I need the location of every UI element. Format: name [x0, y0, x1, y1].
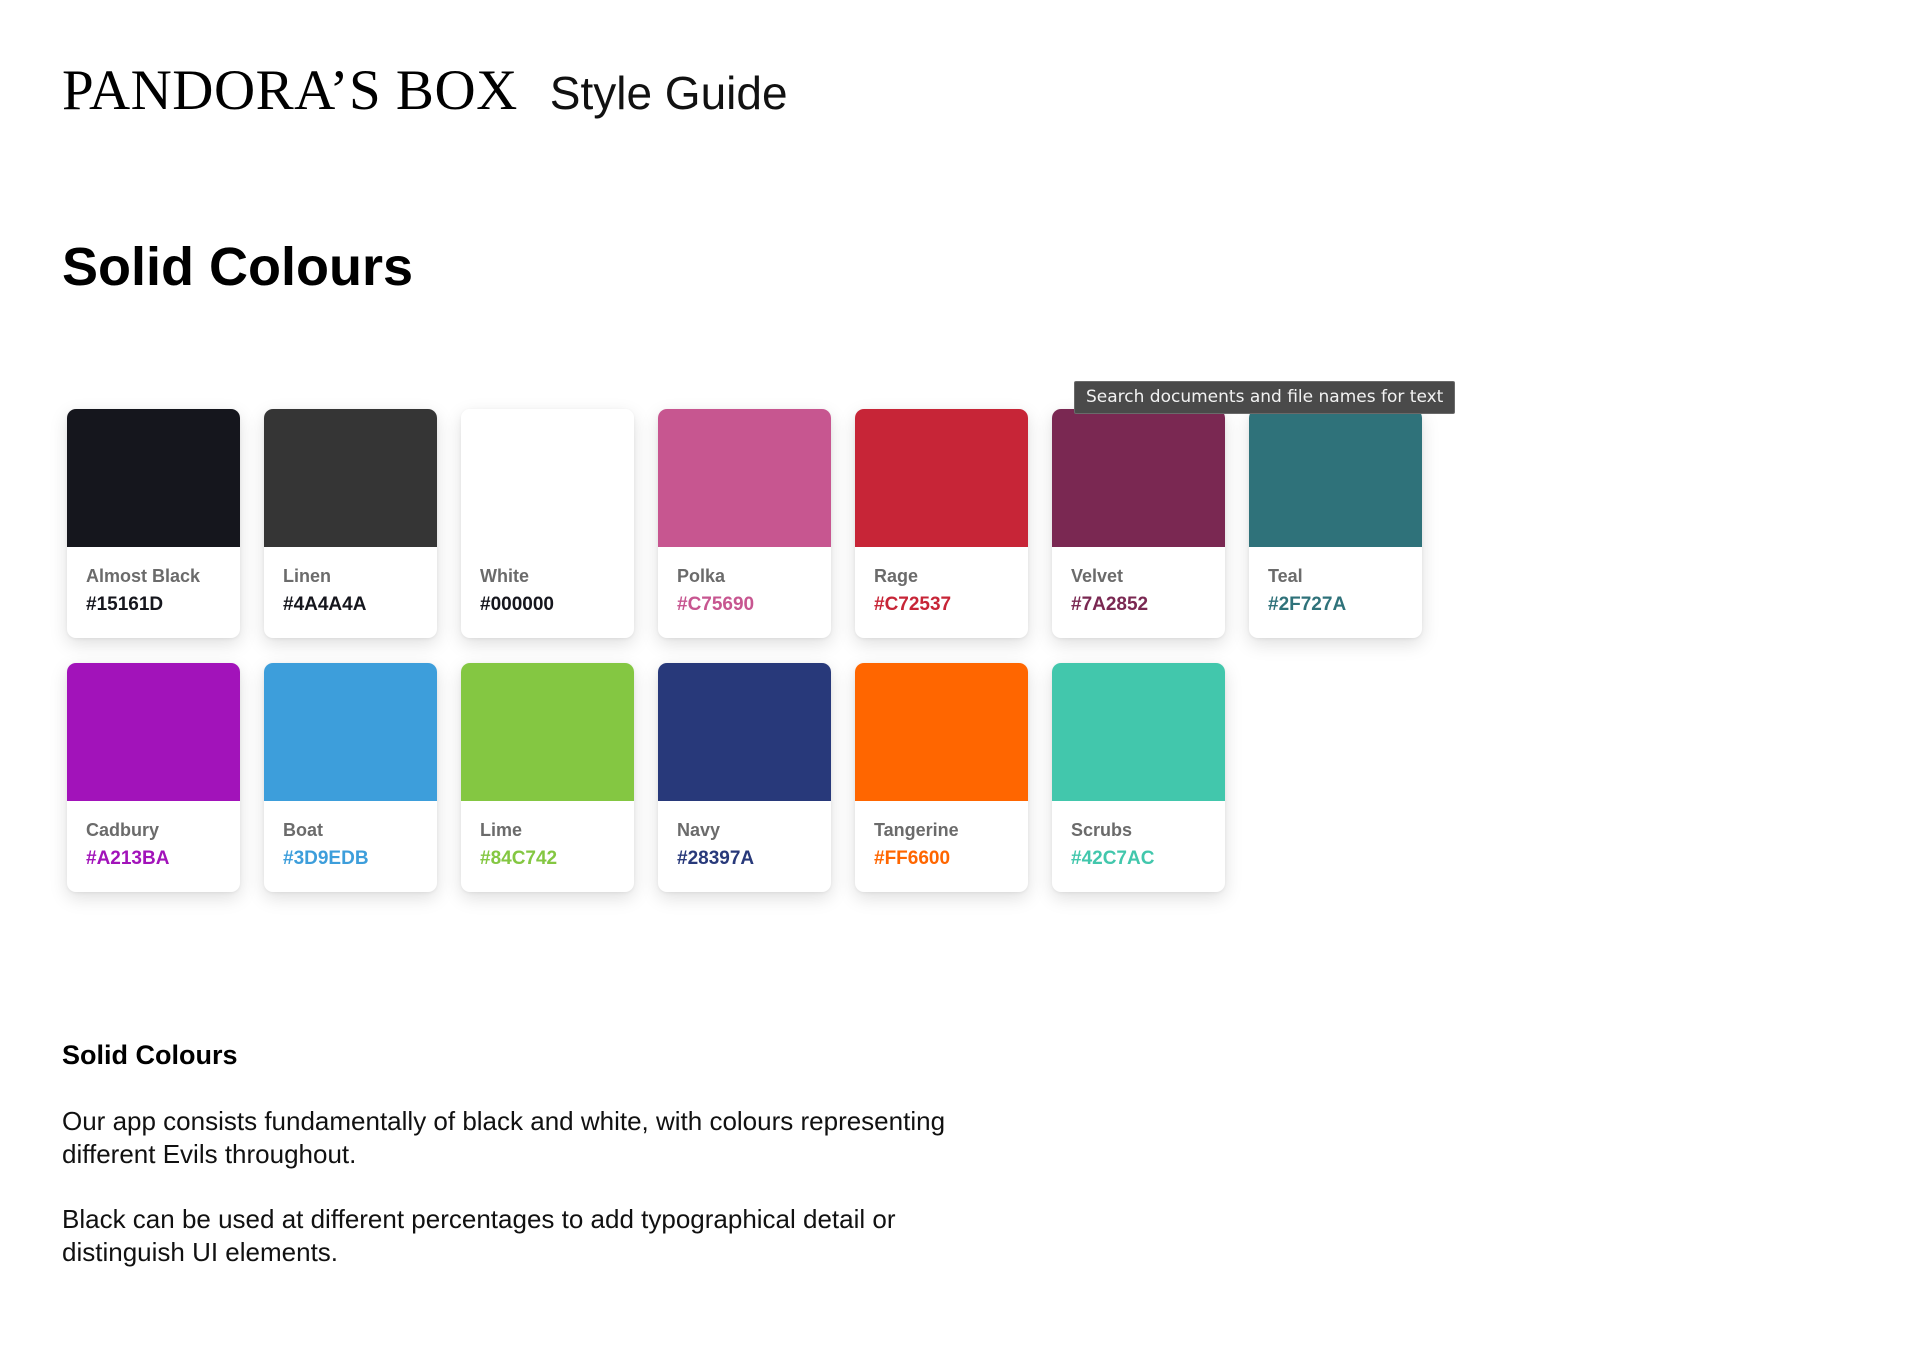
swatch-info: Tangerine #FF6600: [855, 801, 1028, 868]
swatch-hex: #FF6600: [874, 848, 951, 869]
swatch-hex: #C72537: [874, 594, 952, 615]
swatch-card-linen: Linen #4A4A4A: [264, 409, 437, 638]
swatch-color: [264, 663, 437, 801]
swatch-card-teal: Teal #2F727A: [1249, 409, 1422, 638]
notes-paragraph-2: Black can be used at different percentag…: [62, 1204, 896, 1267]
swatch-info: Cadbury #A213BA: [67, 801, 240, 868]
swatch-card-navy: Navy #28397A: [658, 663, 831, 892]
swatch-card-lime: Lime #84C742: [461, 663, 634, 892]
swatch-name: Boat: [283, 820, 323, 840]
swatch-name: Cadbury: [86, 820, 160, 840]
swatch-info: Scrubs #42C7AC: [1052, 801, 1225, 868]
swatch-hex: #2F727A: [1268, 594, 1347, 615]
swatch-name: Navy: [677, 820, 721, 840]
swatch-info: Navy #28397A: [658, 801, 831, 868]
swatch-hex: #84C742: [480, 848, 558, 869]
swatch-name: Tangerine: [874, 820, 959, 840]
swatch-color: [1052, 409, 1225, 547]
swatch-hex: #15161D: [86, 594, 164, 615]
swatch-card-scrubs: Scrubs #42C7AC: [1052, 663, 1225, 892]
swatch-card-boat: Boat #3D9EDB: [264, 663, 437, 892]
swatch-card-polka: Polka #C75690: [658, 409, 831, 638]
swatch-name: White: [480, 566, 529, 586]
swatch-hex: #A213BA: [86, 848, 170, 869]
notes-paragraph-1: Our app consists fundamentally of black …: [62, 1106, 946, 1169]
swatch-card-tangerine: Tangerine #FF6600: [855, 663, 1028, 892]
swatch-row-2: Cadbury #A213BA Boat #3D9EDB Lime #84C742 Navy…: [67, 663, 1225, 892]
swatch-info: White #000000: [461, 547, 634, 614]
swatch-name: Almost Black: [86, 566, 201, 586]
swatch-name: Polka: [677, 566, 726, 586]
swatch-name: Linen: [283, 566, 331, 586]
swatch-hex: #C75690: [677, 594, 755, 615]
swatch-info: Velvet #7A2852: [1052, 547, 1225, 614]
swatch-row-1: Almost Black #15161D Linen #4A4A4A White #000…: [67, 409, 1422, 638]
swatch-info: Polka #C75690: [658, 547, 831, 614]
swatch-card-almost-black: Almost Black #15161D: [67, 409, 240, 638]
swatch-color: [658, 409, 831, 547]
swatch-color: [658, 663, 831, 801]
swatch-info: Rage #C72537: [855, 547, 1028, 614]
section-title: Solid Colours: [62, 237, 413, 297]
tooltip: Search documents and file names for text: [1074, 381, 1456, 414]
swatch-info: Boat #3D9EDB: [264, 801, 437, 868]
swatch-name: Rage: [874, 566, 919, 586]
swatch-name: Lime: [480, 820, 523, 840]
swatch-color: [67, 663, 240, 801]
swatch-card-velvet: Velvet #7A2852: [1052, 409, 1225, 638]
swatch-color: [264, 409, 437, 547]
swatch-card-rage: Rage #C72537: [855, 409, 1028, 638]
swatch-info: Lime #84C742: [461, 801, 634, 868]
swatch-color: [1249, 409, 1422, 547]
swatch-color: [855, 409, 1028, 547]
swatch-hex: #000000: [480, 594, 554, 615]
brand-logo: PANDORA’S BOX: [62, 59, 518, 122]
notes-title: Solid Colours: [62, 1040, 238, 1070]
swatch-info: Teal #2F727A: [1249, 547, 1422, 614]
swatch-name: Teal: [1268, 566, 1303, 586]
page-header: PANDORA’S BOX Style Guide: [62, 62, 788, 119]
swatch-name: Scrubs: [1071, 820, 1133, 840]
swatch-hex: #28397A: [677, 848, 755, 869]
swatch-color: [855, 663, 1028, 801]
swatch-hex: #7A2852: [1071, 594, 1149, 615]
swatch-color: [1052, 663, 1225, 801]
swatch-color: [461, 663, 634, 801]
swatch-card-cadbury: Cadbury #A213BA: [67, 663, 240, 892]
swatch-info: Almost Black #15161D: [67, 547, 240, 614]
swatch-name: Velvet: [1071, 566, 1124, 586]
swatch-card-white: White #000000: [461, 409, 634, 638]
swatch-hex: #4A4A4A: [283, 594, 367, 615]
page-subtitle: Style Guide: [549, 67, 788, 119]
swatch-hex: #42C7AC: [1071, 848, 1155, 869]
swatch-color: [461, 409, 634, 547]
swatch-info: Linen #4A4A4A: [264, 547, 437, 614]
swatch-hex: #3D9EDB: [283, 848, 369, 869]
notes-section: Solid Colours Our app consists fundament…: [62, 1040, 982, 1301]
swatch-color: [67, 409, 240, 547]
